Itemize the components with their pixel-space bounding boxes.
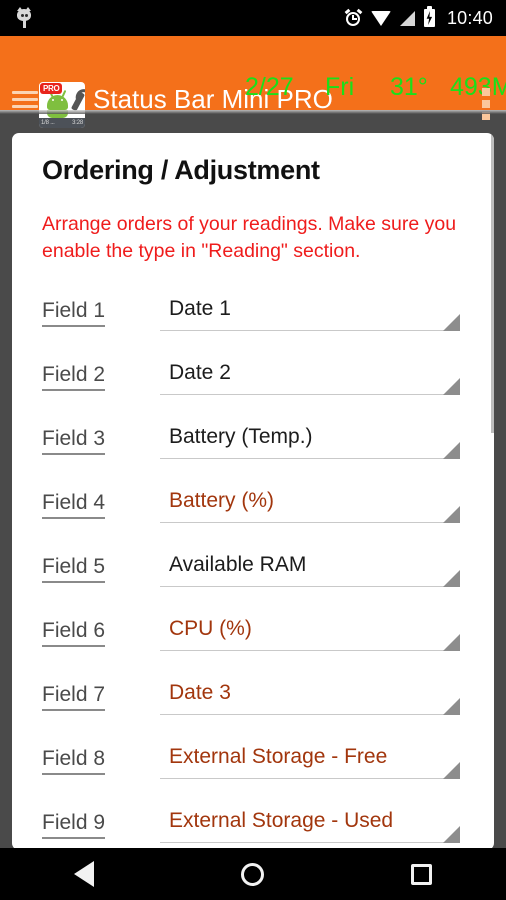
field-row: Field 4 Battery (%) <box>12 477 494 541</box>
battery-charging-icon <box>424 9 435 27</box>
spinner-dropdown-icon[interactable] <box>443 442 460 459</box>
back-nav-icon[interactable] <box>74 861 94 887</box>
card-scrollbar[interactable] <box>491 133 494 433</box>
spinner-dropdown-icon[interactable] <box>443 762 460 779</box>
field-label-6[interactable]: Field 6 <box>42 619 105 647</box>
spinner-underline <box>160 394 460 395</box>
spinner-underline <box>160 842 460 843</box>
field-spinner-7[interactable]: Date 3 <box>160 679 460 719</box>
field-spinner-2[interactable]: Date 2 <box>160 359 460 399</box>
spinner-dropdown-icon[interactable] <box>443 314 460 331</box>
spinner-underline <box>160 778 460 779</box>
status-bar-left-icons <box>0 7 345 29</box>
field-row: Field 2 Date 2 <box>12 349 494 413</box>
field-label-2[interactable]: Field 2 <box>42 363 105 391</box>
field-row: Field 5 Available RAM <box>12 541 494 605</box>
field-row: Field 7 Date 3 <box>12 669 494 733</box>
overlay-reading-memory: 493M <box>450 73 506 102</box>
spinner-dropdown-icon[interactable] <box>443 698 460 715</box>
android-navigation-bar <box>0 848 506 900</box>
spinner-underline <box>160 330 460 331</box>
field-label-5[interactable]: Field 5 <box>42 555 105 583</box>
app-icon-strip-right: 3:28 <box>72 120 83 126</box>
field-spinner-value-8: External Storage - Free <box>169 745 387 769</box>
field-spinner-value-2: Date 2 <box>169 361 231 385</box>
field-spinner-value-3: Battery (Temp.) <box>169 425 313 449</box>
spinner-underline <box>160 522 460 523</box>
spinner-underline <box>160 458 460 459</box>
field-spinner-4[interactable]: Battery (%) <box>160 487 460 527</box>
spinner-underline <box>160 714 460 715</box>
spinner-dropdown-icon[interactable] <box>443 506 460 523</box>
owl-notification-icon <box>14 7 34 29</box>
field-spinner-3[interactable]: Battery (Temp.) <box>160 423 460 463</box>
overflow-menu-icon[interactable] <box>482 88 490 122</box>
field-label-3[interactable]: Field 3 <box>42 427 105 455</box>
wifi-icon <box>371 11 391 26</box>
field-spinner-value-4: Battery (%) <box>169 489 274 513</box>
alarm-icon <box>345 10 362 27</box>
field-row: Field 9 External Storage - Used <box>12 797 494 850</box>
field-spinner-8[interactable]: External Storage - Free <box>160 743 460 783</box>
overlay-reading-date: 2/27 <box>245 73 294 102</box>
field-spinner-value-9: External Storage - Used <box>169 809 393 833</box>
status-bar-clock: 10:40 <box>447 8 493 29</box>
field-spinner-1[interactable]: Date 1 <box>160 295 460 335</box>
app-bar: PRO 1/8 ... 3:28 Status Bar Mini PRO 2/2… <box>0 36 506 110</box>
app-bar-shadow <box>0 110 506 114</box>
spinner-dropdown-icon[interactable] <box>443 634 460 651</box>
spinner-underline <box>160 650 460 651</box>
page-title: Ordering / Adjustment <box>42 155 320 186</box>
page-description: Arrange orders of your readings. Make su… <box>42 211 462 265</box>
field-spinner-value-1: Date 1 <box>169 297 231 321</box>
field-spinner-6[interactable]: CPU (%) <box>160 615 460 655</box>
field-spinner-5[interactable]: Available RAM <box>160 551 460 591</box>
field-label-9[interactable]: Field 9 <box>42 811 105 839</box>
system-status-bar: 10:40 <box>0 0 506 36</box>
overlay-reading-temperature: 31° <box>390 73 428 102</box>
status-bar-right-icons: 10:40 <box>345 8 506 29</box>
field-label-4[interactable]: Field 4 <box>42 491 105 519</box>
overlay-reading-day: Fri <box>325 73 354 102</box>
field-row: Field 6 CPU (%) <box>12 605 494 669</box>
field-row: Field 8 External Storage - Free <box>12 733 494 797</box>
field-spinner-value-6: CPU (%) <box>169 617 252 641</box>
app-icon-status-strip: 1/8 ... 3:28 <box>39 118 85 128</box>
field-label-1[interactable]: Field 1 <box>42 299 105 327</box>
field-row: Field 3 Battery (Temp.) <box>12 413 494 477</box>
signal-icon <box>400 11 415 26</box>
field-label-7[interactable]: Field 7 <box>42 683 105 711</box>
spinner-dropdown-icon[interactable] <box>443 378 460 395</box>
field-spinner-value-7: Date 3 <box>169 681 231 705</box>
spinner-dropdown-icon[interactable] <box>443 826 460 843</box>
field-spinner-9[interactable]: External Storage - Used <box>160 807 460 847</box>
field-rows-list: Field 1 Date 1 Field 2 Date 2 Field 3 Battery… <box>12 285 494 850</box>
spinner-dropdown-icon[interactable] <box>443 570 460 587</box>
spinner-underline <box>160 586 460 587</box>
recents-nav-icon[interactable] <box>411 864 432 885</box>
field-row: Field 1 Date 1 <box>12 285 494 349</box>
app-icon-strip-left: 1/8 ... <box>41 120 55 126</box>
field-label-8[interactable]: Field 8 <box>42 747 105 775</box>
settings-card: Ordering / Adjustment Arrange orders of … <box>12 133 494 850</box>
status-bar-overlay-readings: 2/27 Fri 31° 493M <box>0 74 506 100</box>
home-nav-icon[interactable] <box>241 863 264 886</box>
field-spinner-value-5: Available RAM <box>169 553 306 577</box>
